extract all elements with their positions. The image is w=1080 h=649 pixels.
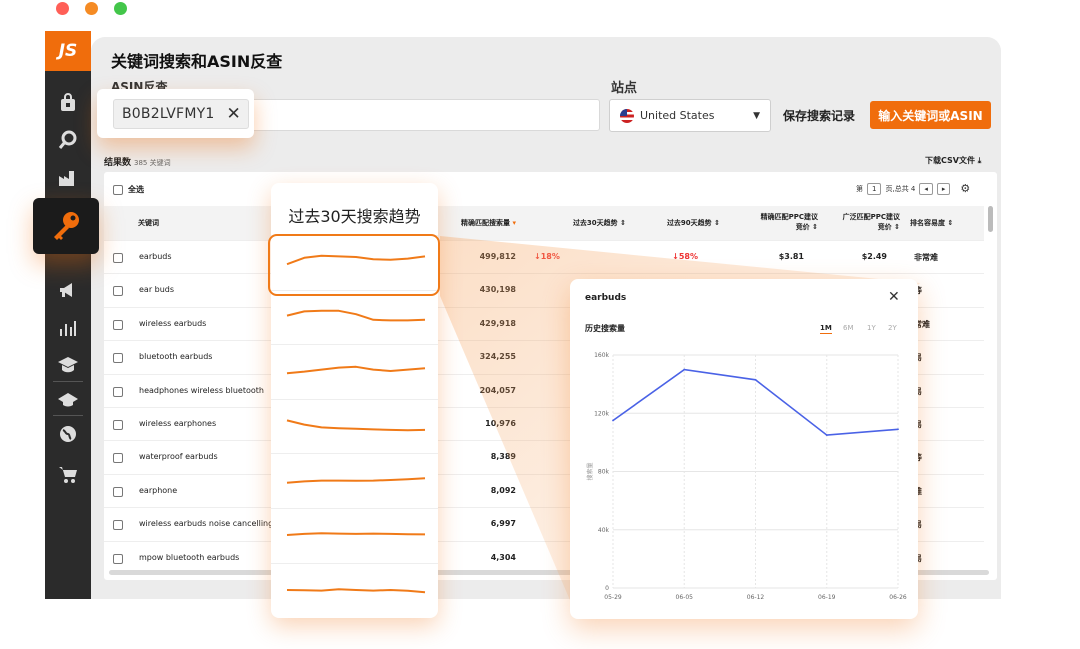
x-tick-label: 06-05	[676, 594, 694, 601]
y-tick-label: 120k	[594, 410, 609, 417]
data-point	[683, 368, 686, 371]
x-tick-label: 06-12	[747, 594, 765, 601]
trend-cell[interactable]	[271, 453, 438, 508]
y-tick-label: 160k	[594, 352, 609, 359]
x-tick-label: 06-19	[818, 594, 836, 601]
data-point	[825, 434, 828, 436]
sparkline	[286, 365, 426, 375]
callout-beam	[440, 236, 920, 612]
data-point	[754, 378, 757, 381]
data-point	[897, 428, 899, 431]
sparkline-path	[286, 309, 426, 321]
history-chart: 0 40k 80k 120k 160k 05-29 06-05 06-12 06-19 06-26…	[586, 352, 907, 601]
sparkline-path	[286, 365, 426, 375]
sparkline	[286, 532, 426, 536]
sparkline	[286, 477, 426, 485]
trend-cell[interactable]	[271, 398, 438, 454]
sparkline-path	[286, 532, 426, 536]
y-tick-label: 80k	[598, 469, 610, 476]
trend-cell[interactable]	[271, 508, 438, 563]
trend-cell[interactable]	[271, 289, 438, 345]
trend-panel-title: 过去30天搜索趋势	[288, 207, 421, 226]
history-popup: earbuds ✕ 历史搜索量 1M 6M 1Y 2Y 0 40k 80k 120k 160k…	[570, 279, 918, 619]
y-axis-label: 搜索量	[586, 462, 594, 480]
trend-cell[interactable]	[271, 562, 438, 618]
sparkline	[286, 309, 426, 321]
x-tick-label: 06-26	[889, 594, 907, 601]
y-tick-label: 0	[605, 585, 609, 592]
y-tick-label: 40k	[598, 527, 610, 534]
screenshot-stage: JS 关键词搜索和ASIN反查 ASIN反查 站点 United States …	[0, 0, 1080, 649]
trend-cell[interactable]	[271, 344, 438, 399]
sparkline-path	[286, 419, 426, 431]
sparkline-path	[286, 587, 426, 593]
trend-highlight	[268, 234, 440, 296]
sparkline	[286, 587, 426, 593]
sparkline-path	[286, 477, 426, 485]
data-point	[612, 419, 614, 422]
sparkline	[286, 419, 426, 431]
x-tick-label: 05-29	[604, 594, 622, 601]
